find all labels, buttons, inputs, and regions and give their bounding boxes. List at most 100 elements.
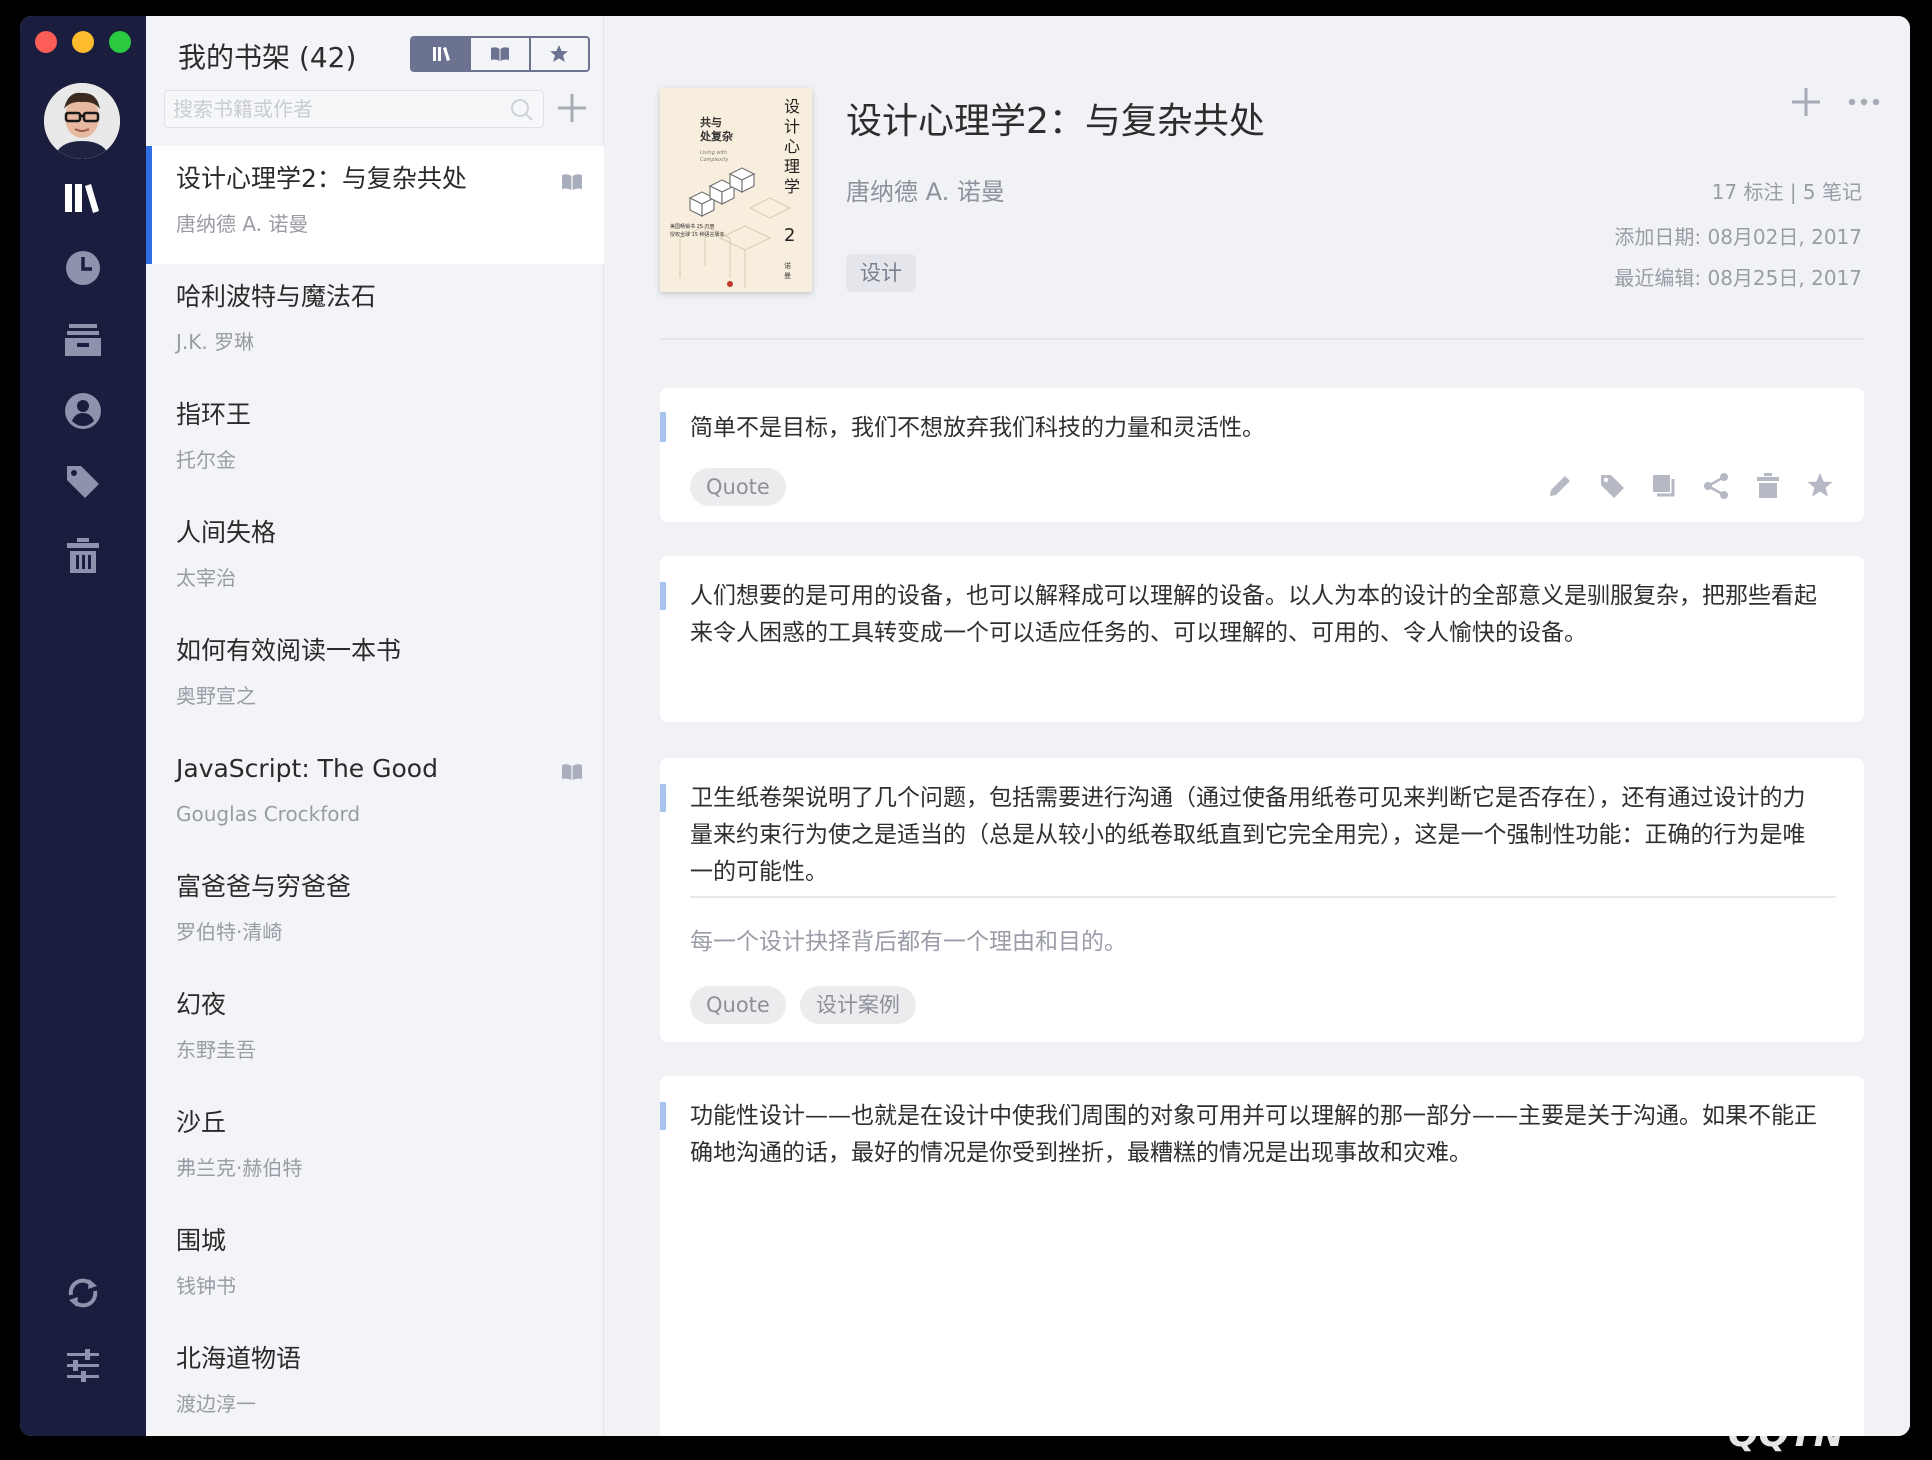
app-window: 我的书架 (42) 设计心理学2：与复杂共处唐纳德 A. 诺曼哈利波特与魔法石J… <box>20 16 1910 1436</box>
card-actions <box>1544 470 1836 502</box>
search-input[interactable] <box>173 91 503 127</box>
svg-text:设: 设 <box>784 97 800 116</box>
star-icon <box>550 45 569 62</box>
copy-icon[interactable] <box>1648 470 1680 502</box>
quote-bar <box>660 1102 666 1130</box>
book-item-title: 北海道物语 <box>176 1344 302 1373</box>
book-item-title: 如何有效阅读一本书 <box>176 636 402 665</box>
book-list-item[interactable]: 指环王 托尔金 <box>146 382 604 500</box>
book-item-title: 围城 <box>176 1226 227 1255</box>
share-icon[interactable] <box>1700 470 1732 502</box>
view-toggle <box>410 36 590 72</box>
favorites-view-button[interactable] <box>530 38 588 70</box>
book-item-title: 幻夜 <box>176 990 227 1019</box>
book-item-author: 奥野宣之 <box>176 684 256 708</box>
divider <box>660 338 1864 340</box>
trash-icon[interactable] <box>53 526 113 586</box>
edit-icon[interactable] <box>1544 470 1576 502</box>
open-book-icon <box>490 47 509 61</box>
book-cover: 共与 处复杂 Living with Complexity 设 计 心 理 学 … <box>660 88 812 292</box>
note-divider <box>690 896 1836 898</box>
book-list-item[interactable]: 围城 钱钟书 <box>146 1208 604 1326</box>
add-note-button[interactable] <box>1788 84 1824 120</box>
card-tags: Quote <box>690 468 800 506</box>
book-list-item[interactable]: 设计心理学2：与复杂共处唐纳德 A. 诺曼 <box>146 146 604 264</box>
highlight-text: 人们想要的是可用的设备，也可以解释成可以理解的设备。以人为本的设计的全部意义是驯… <box>690 583 1817 646</box>
minimize-window-button[interactable] <box>72 31 94 53</box>
tag-chip[interactable]: Quote <box>690 468 786 506</box>
sync-icon[interactable] <box>53 1263 113 1323</box>
book-item-title: JavaScript: The Good <box>176 754 438 783</box>
tag-chip[interactable]: Quote <box>690 986 786 1024</box>
tag-chip[interactable]: 设计案例 <box>799 986 916 1024</box>
svg-text:共与: 共与 <box>700 115 722 129</box>
book-item-title: 人间失格 <box>176 518 277 547</box>
book-item-title: 设计心理学2：与复杂共处 <box>176 164 467 193</box>
book-list-item[interactable]: 富爸爸与穷爸爸罗伯特·清崎 <box>146 854 604 972</box>
book-item-title: 指环王 <box>176 400 252 429</box>
library-icon[interactable] <box>53 168 113 228</box>
book-list-item[interactable]: 沙丘 弗兰克·赫伯特 <box>146 1090 604 1208</box>
highlight-text: 简单不是目标，我们不想放弃我们科技的力量和灵活性。 <box>690 415 1265 441</box>
book-item-author: 唐纳德 A. 诺曼 <box>176 212 309 236</box>
svg-text:美国畅销书 25 万册: 美国畅销书 25 万册 <box>670 223 715 230</box>
svg-text:2: 2 <box>784 225 795 246</box>
book-list-item[interactable]: 人间失格 太宰治 <box>146 500 604 618</box>
edited-date: 最近编辑: 08月25日, 2017 <box>1614 266 1862 290</box>
svg-text:诺: 诺 <box>784 261 791 270</box>
book-item-author: J.K. 罗琳 <box>176 330 255 354</box>
book-item-author: 弗兰克·赫伯特 <box>176 1156 303 1180</box>
search-icon[interactable] <box>509 97 535 123</box>
book-list-item[interactable]: 北海道物语 渡边淳一 <box>146 1326 604 1436</box>
highlight-card[interactable]: 功能性设计——也就是在设计中使我们周围的对象可用并可以理解的那一部分——主要是关… <box>660 1076 1864 1436</box>
add-book-button[interactable] <box>552 88 592 128</box>
quote-bar <box>660 582 666 610</box>
sliders-icon[interactable] <box>53 1336 113 1396</box>
annotation-counts: 17 标注 | 5 笔记 <box>1711 180 1862 204</box>
quote-bar <box>660 412 666 442</box>
category-tag[interactable]: 设计 <box>846 254 916 292</box>
highlight-card[interactable]: 人们想要的是可用的设备，也可以解释成可以理解的设备。以人为本的设计的全部意义是驯… <box>660 556 1864 722</box>
site-watermark: QQTN <box>1728 1414 1844 1455</box>
shelf-view-button[interactable] <box>412 38 472 70</box>
library-icon <box>432 47 450 61</box>
book-item-author: 罗伯特·清崎 <box>176 920 283 944</box>
zoom-window-button[interactable] <box>109 31 131 53</box>
book-list-item[interactable]: 如何有效阅读一本书奥野宣之 <box>146 618 604 736</box>
avatar[interactable] <box>44 83 120 159</box>
book-list-item[interactable]: 哈利波特与魔法石 J.K. 罗琳 <box>146 264 604 382</box>
svg-text:处复杂: 处复杂 <box>699 129 733 143</box>
book-list-item[interactable]: 幻夜 东野圭吾 <box>146 972 604 1090</box>
svg-text:心: 心 <box>784 137 800 156</box>
svg-text:计: 计 <box>784 117 800 136</box>
book-item-author: 渡边淳一 <box>176 1392 256 1416</box>
svg-text:学: 学 <box>784 177 800 196</box>
svg-text:理: 理 <box>784 157 800 176</box>
more-options-button[interactable] <box>1844 84 1884 120</box>
book-item-author: 东野圭吾 <box>176 1038 256 1062</box>
highlight-card[interactable]: 卫生纸卷架说明了几个问题，包括需要进行沟通（通过使备用纸卷可见来判断它是否存在）… <box>660 758 1864 1042</box>
quote-bar <box>660 784 666 812</box>
book-author: 唐纳德 A. 诺曼 <box>846 178 1005 206</box>
delete-icon[interactable] <box>1752 470 1784 502</box>
highlight-text: 功能性设计——也就是在设计中使我们周围的对象可用并可以理解的那一部分——主要是关… <box>690 1103 1817 1166</box>
star-icon[interactable] <box>1804 470 1836 502</box>
book-list-item[interactable]: JavaScript: The Good Gouglas Crockford <box>146 736 604 854</box>
note-text: 每一个设计抉择背后都有一个理由和目的。 <box>690 929 1127 955</box>
clock-icon[interactable] <box>53 238 113 298</box>
user-icon[interactable] <box>53 381 113 441</box>
nav-rail <box>20 16 146 1436</box>
close-window-button[interactable] <box>35 31 57 53</box>
highlight-card[interactable]: 简单不是目标，我们不想放弃我们科技的力量和灵活性。 Quote <box>660 388 1864 522</box>
book-item-title: 富爸爸与穷爸爸 <box>176 872 352 901</box>
tag-icon[interactable] <box>53 452 113 512</box>
book-title: 设计心理学2：与复杂共处 <box>846 101 1265 142</box>
open-book-icon <box>562 764 582 780</box>
archive-box-icon[interactable] <box>53 310 113 370</box>
reading-view-button[interactable] <box>471 38 531 70</box>
svg-text:授权全球 15 种语言版本: 授权全球 15 种语言版本 <box>670 231 725 238</box>
book-item-title: 哈利波特与魔法石 <box>176 282 377 311</box>
card-tags: Quote 设计案例 <box>690 986 930 1024</box>
book-item-author: Gouglas Crockford <box>176 802 361 826</box>
tag-icon[interactable] <box>1596 470 1628 502</box>
